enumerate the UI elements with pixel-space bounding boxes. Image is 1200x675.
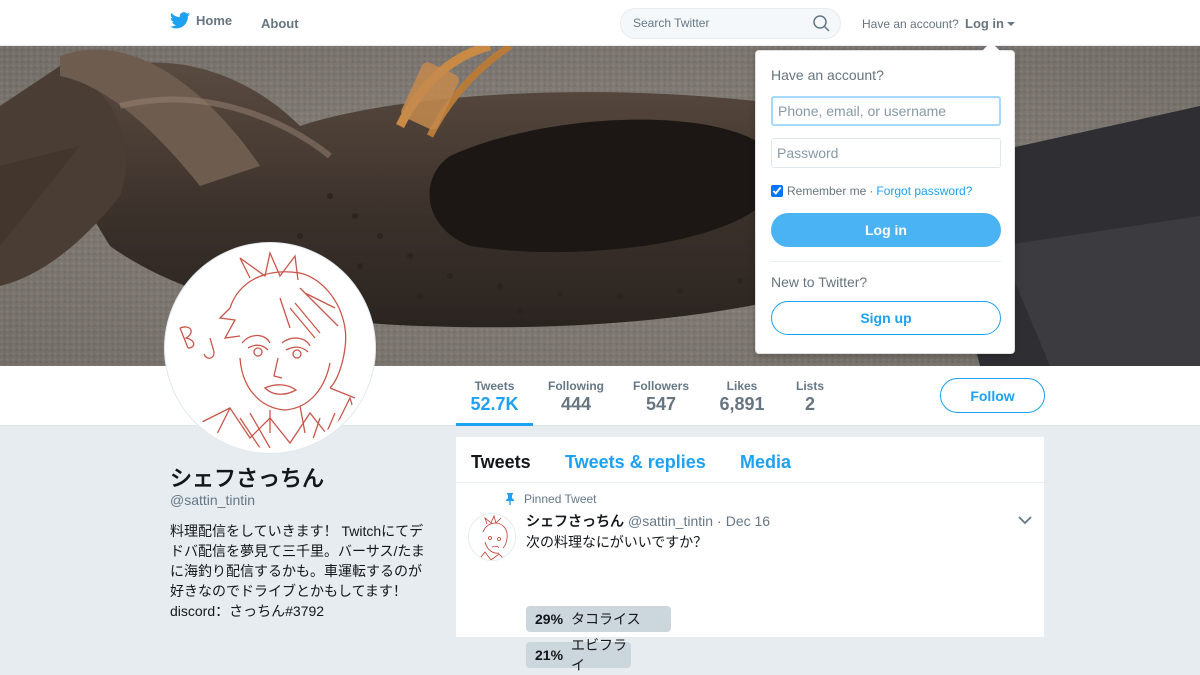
tweet-author-handle[interactable]: @sattin_tintin bbox=[628, 513, 713, 529]
tab-tweets[interactable]: Tweets bbox=[471, 452, 531, 473]
forgot-password-link[interactable]: Forgot password? bbox=[876, 184, 972, 198]
tab-tweets-replies[interactable]: Tweets & replies bbox=[565, 452, 706, 473]
tweet-header: シェフさっちん @sattin_tintin · Dec 16 bbox=[526, 511, 770, 531]
login-dropdown: Have an account? Remember me · Forgot pa… bbox=[755, 42, 1015, 354]
avatar-sketch-image bbox=[179, 250, 366, 448]
profile-name: シェフさっちん bbox=[170, 466, 325, 491]
search-input[interactable] bbox=[633, 16, 813, 30]
poll-option-percent: 29% bbox=[535, 611, 564, 627]
top-nav-bar: Home About Have an account? Log in bbox=[0, 0, 1200, 46]
profile-bio: 料理配信をしていきます！ Twitchにてデ ドバ配信を夢見て三千里。バーサス/… bbox=[170, 521, 430, 621]
stat-following-label: Following bbox=[548, 379, 604, 393]
remember-me-checkbox[interactable] bbox=[771, 185, 783, 197]
bio-line: に海釣り配信するかも。車運転するのが bbox=[170, 563, 422, 579]
remember-me-label[interactable]: Remember me bbox=[787, 184, 866, 198]
stat-lists-label: Lists bbox=[795, 379, 824, 393]
tweet-avatar[interactable] bbox=[468, 513, 516, 561]
stat-likes[interactable]: Likes 6,891 bbox=[712, 366, 772, 426]
stat-lists-value: 2 bbox=[804, 394, 815, 414]
tweet-author-name[interactable]: シェフさっちん bbox=[526, 511, 624, 531]
new-to-twitter-text: New to Twitter? bbox=[771, 274, 868, 290]
remember-row: Remember me · Forgot password? bbox=[771, 184, 972, 198]
nav-about-link[interactable]: About bbox=[261, 16, 299, 31]
search-icon[interactable] bbox=[813, 15, 830, 32]
tweet-date[interactable]: Dec 16 bbox=[726, 513, 770, 529]
pinned-tweet-label: Pinned Tweet bbox=[504, 492, 597, 506]
stat-likes-value: 6,891 bbox=[719, 394, 765, 414]
stat-following-value: 444 bbox=[560, 394, 592, 414]
timeline: Tweets Tweets & replies Media Pinned Twe… bbox=[456, 437, 1044, 673]
poll-option: 29% タコライス bbox=[526, 606, 671, 632]
tweet-header-separator: · bbox=[717, 513, 722, 529]
tweet-text: 次の料理なにがいいですか？ bbox=[526, 534, 708, 550]
stat-lists[interactable]: Lists 2 bbox=[790, 366, 830, 426]
profile-handle[interactable]: @sattin_tintin bbox=[170, 492, 255, 508]
timeline-tabs: Tweets Tweets & replies Media bbox=[456, 437, 1044, 483]
bio-line: 料理配信をしていきます！ Twitchにてデ bbox=[170, 523, 424, 539]
search-box bbox=[620, 8, 841, 39]
pinned-tweet[interactable]: Pinned Tweet シェフさっちん @sattin_tintin · De… bbox=[456, 483, 1044, 673]
tab-media[interactable]: Media bbox=[740, 452, 791, 473]
poll-option-label: タコライス bbox=[571, 611, 641, 627]
stat-tweets[interactable]: Tweets 52.7K bbox=[456, 366, 533, 426]
stat-tweets-value: 52.7K bbox=[470, 394, 519, 414]
poll-option-label: エビフライ bbox=[571, 637, 628, 673]
bio-line: ドバ配信を夢見て三千里。バーサス/たま bbox=[170, 543, 425, 559]
stat-followers-label: Followers bbox=[632, 379, 689, 393]
pinned-label-text: Pinned Tweet bbox=[524, 492, 597, 506]
login-dropdown-title: Have an account? bbox=[771, 67, 884, 83]
stat-followers[interactable]: Followers 547 bbox=[626, 366, 696, 426]
poll-option: 21% エビフライ bbox=[526, 637, 631, 673]
stat-following[interactable]: Following 444 bbox=[541, 366, 611, 426]
pin-icon bbox=[506, 493, 514, 505]
stat-likes-label: Likes bbox=[726, 379, 758, 393]
profile-avatar[interactable] bbox=[165, 243, 375, 453]
dropdown-divider bbox=[771, 261, 1001, 262]
poll-option-percent: 21% bbox=[535, 647, 564, 663]
signup-button[interactable]: Sign up bbox=[771, 301, 1001, 335]
bio-line: discord：さっちん#3792 bbox=[170, 603, 325, 619]
caret-down-icon bbox=[1007, 21, 1015, 26]
remember-separator: · bbox=[869, 184, 874, 198]
have-account-text: Have an account? bbox=[862, 17, 959, 31]
stat-tweets-label: Tweets bbox=[474, 379, 515, 393]
bio-line: 好きなのでドライブとかもしてます！ bbox=[170, 583, 407, 599]
nav-home-label: Home bbox=[196, 13, 233, 28]
stat-followers-value: 547 bbox=[645, 394, 677, 414]
nav-home-link[interactable]: Home bbox=[170, 12, 232, 29]
login-button[interactable]: Log in bbox=[771, 213, 1001, 247]
chevron-down-icon[interactable] bbox=[1018, 515, 1032, 525]
username-field[interactable] bbox=[771, 96, 1001, 126]
tweet-avatar-sketch bbox=[478, 514, 508, 560]
login-dropdown-toggle[interactable]: Log in bbox=[965, 16, 1015, 31]
login-link-label: Log in bbox=[965, 16, 1004, 31]
follow-button[interactable]: Follow bbox=[940, 378, 1045, 413]
password-field[interactable] bbox=[771, 138, 1001, 168]
twitter-bird-icon bbox=[170, 12, 190, 29]
